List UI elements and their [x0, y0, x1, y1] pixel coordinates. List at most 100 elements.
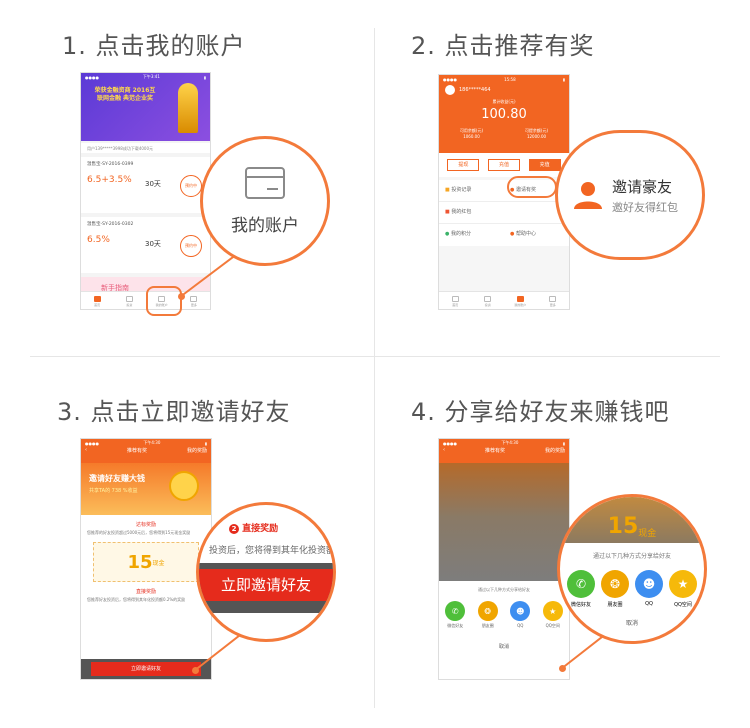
tab-more[interactable]: 更多: [187, 295, 201, 307]
account-header: ●●●● 15:58 ▮ 186*****464 累计收益(元) 100.80 可用…: [439, 75, 569, 153]
zoom-text: 投资后，您将得到其年化投资额0: [209, 546, 336, 556]
balance-label: 累计收益(元): [492, 99, 516, 104]
step-1-panel: 1. 点击我的账户 ●●●● 下午3:41 ▮ 荣获金融资商 2016互联网金融 典…: [0, 0, 375, 364]
step-3-panel: 3. 点击立即邀请好友 ●●●● 下午4:30 ▮ ‹ 推荐有奖 我的奖励 邀请好友…: [0, 364, 375, 728]
zoom-share-options: ✆ 微信好友 ❂ 朋友圈 ☻ QQ ★ QQ空间: [560, 570, 704, 608]
zoom-share-moments[interactable]: ❂ 朋友圈: [601, 570, 629, 608]
dimmed-content: [439, 463, 569, 583]
zoom-invite-sub: 邀好友得红包: [612, 200, 678, 214]
tab-my-account[interactable]: 我的账户: [513, 295, 527, 307]
notice-bar: 用户139*****3998成功下载4000元: [81, 143, 210, 153]
tab-bar: 首页 投资 我的账户 更多: [439, 291, 569, 309]
menu-invest-records[interactable]: ■ 投资记录: [439, 180, 504, 202]
tab-home[interactable]: 首页: [90, 295, 104, 307]
wechat-icon: ✆: [567, 570, 595, 598]
zoom-circle-my-account: 我的账户: [200, 136, 330, 266]
zoom-share-wechat[interactable]: ✆ 微信好友: [567, 570, 595, 608]
share-wechat[interactable]: ✆ 微信好友: [445, 601, 466, 629]
balance-value: 100.80: [481, 107, 527, 122]
tab-home[interactable]: 首页: [448, 295, 462, 307]
menu-help[interactable]: ● 帮助中心: [504, 224, 569, 246]
section-reach-text: 您推荐的好友投资超过5000元后，您将得到15元现金奖励: [87, 530, 191, 535]
zoom-coupon: 15 现金: [560, 497, 704, 543]
product-days: 30天: [145, 180, 161, 188]
share-prompt: 通过以下几种方式分享给好友: [478, 587, 530, 592]
recharge-button[interactable]: 充值: [487, 159, 520, 171]
menu-red-packet[interactable]: ■ 我的红包: [439, 202, 504, 224]
qq-icon: ☻: [635, 570, 663, 598]
share-sheet: 通过以下几种方式分享给好友 ✆ 微信好友 ❂ 朋友圈 ☻ QQ ★ QQ空间 取消: [439, 581, 569, 679]
wechat-icon: ✆: [445, 601, 466, 621]
nav-bar: ●●●● 下午4:30 ▮ ‹ 推荐有奖 我的奖励: [439, 439, 569, 463]
step3-phone: ●●●● 下午4:30 ▮ ‹ 推荐有奖 我的奖励 邀请好友赚大钱 共享TA的 73…: [80, 438, 212, 680]
banner-sub: 共享TA的 738 %收益: [89, 488, 138, 494]
nav-title: 推荐有奖: [484, 448, 505, 454]
qq-icon: ☻: [510, 601, 531, 621]
zoom-share-prompt: 通过以下几种方式分享给好友: [592, 553, 671, 560]
step-4-panel: 4. 分享给好友来赚钱吧 ●●●● 下午4:30 ▮ ‹ 推荐有奖 我的奖励 通过以…: [375, 364, 750, 728]
section-direct-text: 您推荐好友投资后，您将得到其年化投资额0.2%的奖励: [87, 597, 186, 602]
zoom-share-qzone[interactable]: ★ QQ空间: [669, 570, 697, 608]
invite-button-small[interactable]: 立即邀请好友: [91, 662, 201, 676]
avatar[interactable]: [445, 85, 455, 95]
moments-icon: ❂: [477, 601, 498, 621]
step1-phone: ●●●● 下午3:41 ▮ 荣获金融资商 2016互联网金融 典范企业奖 用户139…: [80, 72, 211, 310]
my-account-highlight: [146, 286, 182, 316]
menu-points[interactable]: ● 我的积分: [439, 224, 504, 246]
section-reach-reward: 达标奖励: [135, 522, 156, 528]
share-qq[interactable]: ☻ QQ: [510, 601, 531, 629]
invite-banner: 邀请好友赚大钱 共享TA的 738 %收益: [81, 463, 211, 515]
step-4-title: 4. 分享给好友来赚钱吧: [411, 398, 670, 426]
recharge-primary-button[interactable]: 充值: [528, 159, 561, 171]
back-icon[interactable]: ‹: [85, 447, 87, 454]
cash-coupon: 15 现金: [93, 542, 199, 582]
banner-text: 荣获金融资商 2016互联网金融 典范企业奖: [94, 87, 156, 102]
tab-more[interactable]: 更多: [546, 295, 560, 307]
zoom-section: 2 直接奖励: [229, 521, 278, 534]
moments-icon: ❂: [601, 570, 629, 598]
share-options: ✆ 微信好友 ❂ 朋友圈 ☻ QQ ★ QQ空间: [439, 601, 569, 629]
zoom-bar: 立即邀请好友: [199, 563, 333, 613]
zoom-circle-invite-button: 2 直接奖励 投资后，您将得到其年化投资额0 立即邀请好友: [196, 502, 336, 642]
step-2-title: 2. 点击推荐有奖: [411, 32, 595, 60]
zoom-cancel-button[interactable]: 取消: [560, 618, 704, 627]
zoom-label: 我的账户: [231, 215, 299, 236]
back-icon[interactable]: ‹: [443, 447, 445, 454]
share-moments[interactable]: ❂ 朋友圈: [477, 601, 498, 629]
trophy-icon: [178, 83, 198, 133]
zoom-circle-invite: 邀请豪友 邀好友得红包: [555, 130, 705, 260]
tab-invest[interactable]: 投资: [122, 295, 136, 307]
my-rewards-link[interactable]: 我的奖励: [187, 447, 207, 454]
product-card-2[interactable]: 温售宝-SY-2016-0302 6.5% 30天 预约中: [81, 217, 210, 273]
user-icon: [574, 182, 602, 209]
tab-invest[interactable]: 投资: [481, 295, 495, 307]
zoom-share-qq[interactable]: ☻ QQ: [635, 570, 663, 608]
zoom-invite-title: 邀请豪友: [612, 177, 673, 196]
product-name: 温售宝-SY-2016-0399: [87, 162, 134, 167]
zoom-circle-share: 15 现金 通过以下几种方式分享给好友 ✆ 微信好友 ❂ 朋友圈 ☻ QQ ★ QQ空间 …: [557, 494, 707, 644]
product-name: 温售宝-SY-2016-0302: [87, 222, 134, 227]
action-row: 提现 充值 充值: [439, 153, 569, 177]
product-badge: 预约中: [180, 235, 202, 257]
connector-dot: [559, 665, 566, 672]
user-phone: 186*****464: [459, 87, 491, 93]
qzone-icon: ★: [542, 601, 563, 621]
withdrawable-balance: 12000.00: [526, 134, 547, 139]
nav-bar: ●●●● 下午4:30 ▮ ‹ 推荐有奖 我的奖励: [81, 439, 211, 463]
nav-title: 推荐有奖: [126, 448, 147, 454]
invite-button[interactable]: 立即邀请好友: [199, 569, 333, 601]
share-qzone[interactable]: ★ QQ空间: [542, 601, 563, 629]
product-card-1[interactable]: 温售宝-SY-2016-0399 6.5+3.5% 30天 预约中: [81, 157, 210, 213]
invite-reward-highlight: [507, 176, 557, 198]
card-icon: [245, 166, 285, 199]
withdraw-button[interactable]: 提现: [447, 159, 480, 171]
step-2-panel: 2. 点击推荐有奖 ●●●● 15:58 ▮ 186*****464 累计收益(元)…: [375, 0, 750, 364]
connector-dot: [178, 293, 185, 300]
connector-dot: [192, 667, 199, 674]
step4-phone: ●●●● 下午4:30 ▮ ‹ 推荐有奖 我的奖励 通过以下几种方式分享给好友 ✆ 微…: [438, 438, 570, 680]
cancel-button-small[interactable]: 取消: [439, 643, 569, 650]
banner-title: 邀请好友赚大钱: [89, 474, 145, 483]
coin-icon: [169, 471, 199, 501]
my-rewards-link[interactable]: 我的奖励: [545, 447, 565, 454]
qzone-icon: ★: [669, 570, 697, 598]
